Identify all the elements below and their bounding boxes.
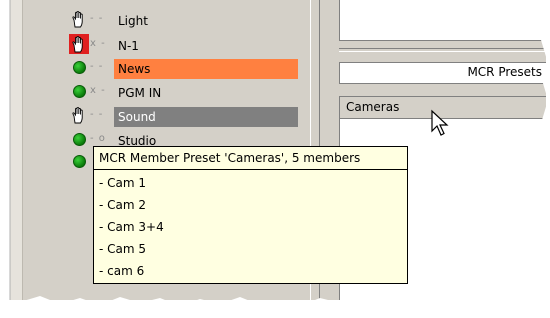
separator [339,48,546,52]
green-dot-icon [73,155,86,168]
preset-tooltip: MCR Member Preset 'Cameras', 5 members -… [93,146,408,284]
tree-item[interactable]: - - Light [68,8,308,30]
tree-connector: - o [90,133,106,144]
tree-connector: - - [90,109,104,120]
tooltip-member: - Cam 3+4 [99,220,164,234]
tree-item-label: News [114,59,298,79]
tooltip-member: - Cam 2 [99,198,147,212]
preset-list-item-label: Cameras [346,100,400,114]
tree-item[interactable]: - - News [68,56,308,79]
tooltip-member: - Cam 1 [99,176,147,190]
hand-icon [72,106,83,124]
tree-item-label: PGM IN [118,86,162,100]
preset-group-label: MCR Presets [467,65,542,79]
tree-gutter [10,0,23,300]
preset-group-field[interactable]: MCR Presets [339,62,546,84]
tree-connector: x - [90,38,106,49]
tooltip-title: MCR Member Preset 'Cameras', 5 members [94,147,407,170]
preview-area [339,0,546,41]
tree-item-label: Light [118,14,148,28]
tree-item-label: N-1 [118,39,139,53]
mouse-pointer-icon [431,109,449,136]
tree-item[interactable]: - - Sound [68,104,308,127]
hand-icon [72,10,83,28]
tooltip-member: - cam 6 [99,264,145,278]
tree-item[interactable]: x - PGM IN [68,80,308,102]
tooltip-member: - Cam 5 [99,242,147,256]
hand-icon [72,35,83,53]
green-dot-icon [73,133,86,146]
screenshot-frame: - - Light x - N-1 - - News x - PGM IN - … [10,0,546,300]
tree-connector: - - [90,13,104,24]
tree-connector: - - [90,61,104,72]
tree-item-label: Sound [114,107,298,127]
green-dot-icon [73,85,86,98]
green-dot-icon [73,61,86,74]
tree-item[interactable]: x - N-1 [68,33,308,55]
tree-connector: x - [90,85,106,96]
